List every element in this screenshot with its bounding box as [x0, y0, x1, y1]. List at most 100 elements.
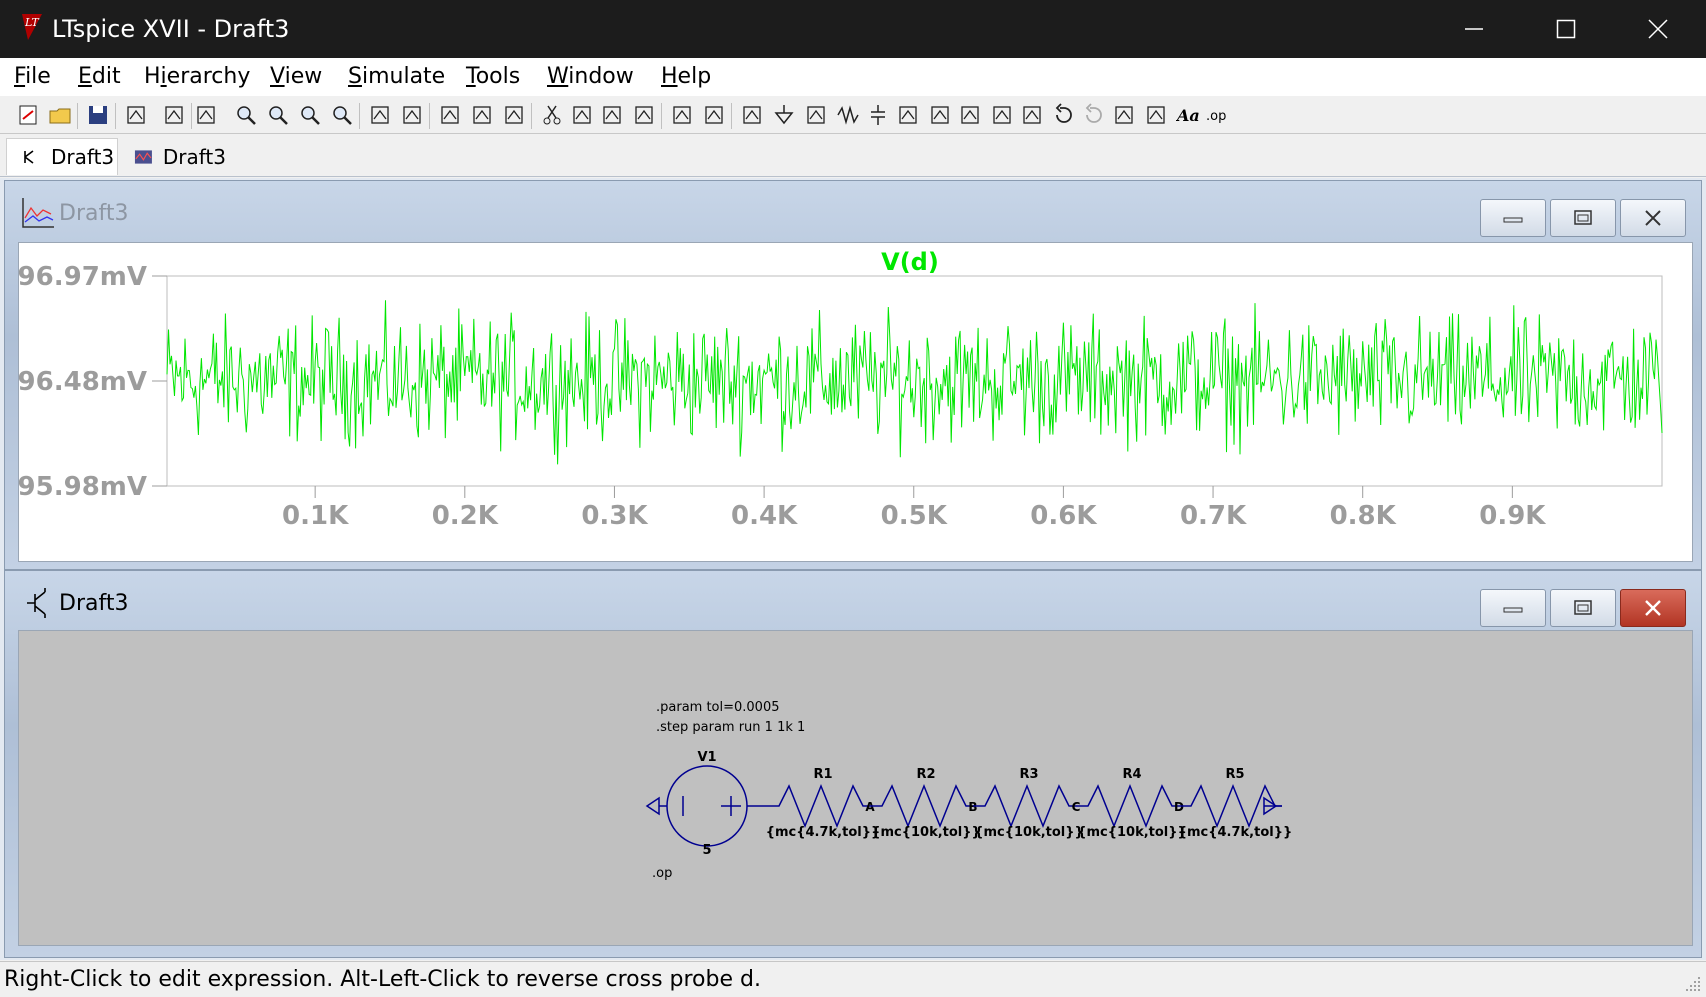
cascade-icon[interactable]: [470, 103, 494, 127]
copy-icon[interactable]: [570, 103, 594, 127]
menu-help[interactable]: Help: [661, 64, 711, 89]
trace-v-d[interactable]: [166, 300, 1663, 465]
resistor-name[interactable]: R4: [1122, 767, 1141, 782]
undo-icon[interactable]: [1052, 103, 1076, 127]
tile-horizontal-icon[interactable]: [438, 103, 462, 127]
resistor-value[interactable]: {mc{10k,tol}}: [1077, 825, 1187, 840]
resistor-value[interactable]: {mc{10k,tol}}: [974, 825, 1084, 840]
net-label[interactable]: A: [865, 800, 875, 814]
op-directive[interactable]: .op: [652, 866, 672, 881]
diode-icon[interactable]: [928, 103, 952, 127]
source-name[interactable]: V1: [697, 750, 716, 765]
spice-directive-icon[interactable]: .op: [1206, 103, 1230, 127]
minimize-icon: [1503, 607, 1523, 613]
grid-icon[interactable]: [400, 103, 424, 127]
menu-edit[interactable]: Edit: [78, 64, 121, 89]
tile-vertical-icon[interactable]: [502, 103, 526, 127]
text-icon[interactable]: Aa: [1176, 103, 1200, 127]
capacitor-icon[interactable]: [866, 103, 890, 127]
schematic-close-button[interactable]: [1620, 589, 1686, 627]
zoom-pan-icon[interactable]: [266, 103, 290, 127]
move-icon[interactable]: [990, 103, 1014, 127]
draw-wire-icon[interactable]: [740, 103, 764, 127]
waveform-window[interactable]: Draft3 V(d) 596.97mV 596.48mV 595.98mV 0.1…: [0, 180, 1702, 570]
x-axis: 0.1K 0.2K 0.3K 0.4K 0.5K 0.6K 0.7K 0.8K 0.9K: [282, 486, 1546, 531]
resistor-r3[interactable]: [973, 783, 1076, 829]
resistor-r2[interactable]: [870, 783, 973, 829]
trace-label[interactable]: V(d): [881, 248, 939, 276]
run-icon[interactable]: [162, 103, 186, 127]
find-icon[interactable]: [632, 103, 656, 127]
control-panel-icon[interactable]: [124, 103, 148, 127]
resistor-value[interactable]: {mc{4.7k,tol}}: [766, 825, 881, 840]
menu-tools[interactable]: Tools: [466, 64, 520, 89]
waveform-restore-button[interactable]: [1550, 199, 1616, 237]
resistor-value[interactable]: {mc{10k,tol}}: [871, 825, 981, 840]
maximize-icon: [1556, 19, 1576, 39]
autoscale-icon[interactable]: [368, 103, 392, 127]
resistor-name[interactable]: R3: [1019, 767, 1038, 782]
resistor-r1[interactable]: [767, 783, 870, 829]
net-label[interactable]: C: [1072, 800, 1081, 814]
schematic-drawing[interactable]: .param tol=0.0005 .step param run 1 1k 1…: [19, 631, 1694, 947]
step-directive[interactable]: .step param run 1 1k 1: [656, 720, 805, 735]
zoom-fit-icon[interactable]: [330, 103, 354, 127]
menu-file[interactable]: File: [14, 64, 51, 89]
minimize-button[interactable]: [1428, 0, 1520, 58]
paste-icon[interactable]: [600, 103, 624, 127]
waveform-window-title: Draft3: [21, 195, 128, 231]
resize-grip-icon[interactable]: [1684, 975, 1702, 993]
net-label[interactable]: B: [968, 800, 977, 814]
schematic-minimize-button[interactable]: [1480, 589, 1546, 627]
waveform-close-button[interactable]: [1620, 199, 1686, 237]
print-setup-icon[interactable]: [702, 103, 726, 127]
halt-icon[interactable]: [194, 103, 218, 127]
drag-icon[interactable]: [1020, 103, 1044, 127]
x-tick-label: 0.3K: [581, 501, 648, 531]
menu-view[interactable]: View: [270, 64, 322, 89]
waveform-plot-pane[interactable]: V(d) 596.97mV596.48mV595.98mV 0.1K0.2K0.…: [0, 242, 1694, 563]
resistor-value[interactable]: {mc{4.7k,tol}}: [1178, 825, 1293, 840]
net-label[interactable]: D: [1174, 800, 1184, 814]
schematic-restore-button[interactable]: [1550, 589, 1616, 627]
plot-frame: [166, 275, 1663, 487]
component-icon[interactable]: [958, 103, 982, 127]
label-net-icon[interactable]: [804, 103, 828, 127]
x-tick-label: 0.5K: [881, 501, 948, 531]
toolbar-separator: [661, 103, 662, 129]
ground-icon[interactable]: [772, 103, 796, 127]
source-value[interactable]: 5: [702, 843, 711, 858]
zoom-in-icon[interactable]: [234, 103, 258, 127]
tab-schematic-draft3[interactable]: Draft3: [6, 138, 118, 175]
close-button[interactable]: [1612, 0, 1704, 58]
inductor-icon[interactable]: [896, 103, 920, 127]
resistor-name[interactable]: R5: [1225, 767, 1244, 782]
waveform-chart[interactable]: V(d) 596.97mV596.48mV595.98mV 0.1K0.2K0.…: [0, 243, 1694, 563]
resistor-name[interactable]: R2: [916, 767, 935, 782]
menu-simulate[interactable]: Simulate: [348, 64, 445, 89]
waveform-minimize-button[interactable]: [1480, 199, 1546, 237]
redo-icon[interactable]: [1082, 103, 1106, 127]
open-icon[interactable]: [48, 103, 72, 127]
resistor-chain: R1 {mc{4.7k,tol}} A R2 {mc{10k,tol}} B R3 {mc{1…: [766, 767, 1293, 840]
print-icon[interactable]: [670, 103, 694, 127]
tab-waveform-draft3[interactable]: Draft3: [120, 138, 226, 175]
resistor-name[interactable]: R1: [813, 767, 832, 782]
rotate-icon[interactable]: [1112, 103, 1136, 127]
cut-icon[interactable]: [540, 103, 564, 127]
ground-flag-left[interactable]: [645, 796, 660, 816]
resistor-r4[interactable]: [1076, 783, 1179, 829]
new-schematic-icon[interactable]: [16, 103, 40, 127]
schematic-canvas[interactable]: .param tol=0.0005 .step param run 1 1k 1…: [18, 630, 1693, 946]
zoom-out-icon[interactable]: [298, 103, 322, 127]
maximize-button[interactable]: [1520, 0, 1612, 58]
toolbar-separator: [359, 103, 360, 129]
menu-hierarchy[interactable]: Hierarchy: [144, 64, 250, 89]
param-directive[interactable]: .param tol=0.0005: [656, 700, 780, 715]
menu-window[interactable]: Window: [547, 64, 634, 89]
save-icon[interactable]: [86, 103, 110, 127]
y-axis: 596.97mV 596.48mV 595.98mV: [0, 262, 167, 502]
resistor-icon[interactable]: [836, 103, 860, 127]
schematic-window[interactable]: Draft3 .param tol=0.0005 .step param run…: [4, 570, 1702, 958]
mirror-icon[interactable]: [1144, 103, 1168, 127]
